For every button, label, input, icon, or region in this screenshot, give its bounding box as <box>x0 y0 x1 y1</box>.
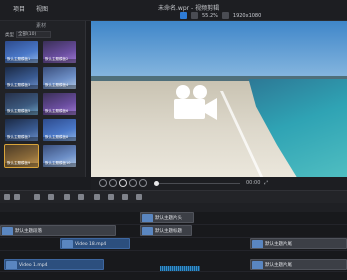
media-item[interactable]: 默认主题模板3 <box>5 67 38 89</box>
timeline-clip[interactable]: 默认主题片尾 <box>250 259 347 270</box>
timeline-toolbar <box>0 190 347 203</box>
timeline-clip[interactable]: Video 1.mp4 <box>4 259 104 270</box>
media-item[interactable]: 默认主题模板5 <box>5 93 38 115</box>
timeline-clip[interactable]: 默认主题片尾 <box>250 238 347 249</box>
prev-frame-icon[interactable] <box>109 179 117 187</box>
timeline-clip[interactable]: 默认主题片头 <box>140 212 194 223</box>
playback-controls: 00:00 ⤢ <box>91 177 347 190</box>
media-filter: 类型 全部(10) <box>5 31 51 38</box>
menu-item-project[interactable]: 项目 <box>11 4 25 13</box>
video-preview[interactable] <box>91 21 347 177</box>
step-forward-icon[interactable] <box>139 179 147 187</box>
media-item[interactable]: 默认主题模板1 <box>5 41 38 63</box>
track-row: Video 18.mp4 默认主题片尾 <box>0 238 347 251</box>
menu-item-view[interactable]: 视图 <box>34 4 48 13</box>
media-panel-title: 素材 <box>36 23 47 29</box>
menu-item-file[interactable] <box>0 4 2 13</box>
current-time: 00:00 <box>246 180 261 186</box>
media-item-label: 默认主题模板7 <box>7 135 31 139</box>
next-frame-icon[interactable] <box>129 179 137 187</box>
crop-tool-icon[interactable] <box>191 12 198 19</box>
view-tools: 55.2% 1920x1080 <box>180 12 261 19</box>
video-camera-icon <box>174 85 217 120</box>
top-bar: 项目 视图 未命名.wpr - 视频剪辑 55.2% 1920x1080 <box>0 0 347 21</box>
media-item-label: 默认主题模板10 <box>45 161 71 165</box>
screen-icon[interactable] <box>221 12 229 19</box>
play-button[interactable] <box>119 179 127 187</box>
resolution-label[interactable]: 1920x1080 <box>233 13 261 19</box>
undo-icon[interactable] <box>4 194 10 200</box>
timeline-clip[interactable]: 默认主题段落 <box>0 225 116 236</box>
media-item-label: 默认主题模板1 <box>7 57 31 61</box>
media-item-label: 默认主题模板2 <box>45 57 69 61</box>
settings-icon[interactable] <box>136 194 142 200</box>
window-title: 未命名.wpr - 视频剪辑 <box>158 5 220 12</box>
media-item-label: 默认主题模板6 <box>45 109 69 113</box>
media-item[interactable]: 默认主题模板4 <box>43 67 76 89</box>
progress-knob[interactable] <box>154 181 159 186</box>
edit-icon[interactable] <box>94 194 100 200</box>
media-item-label: 默认主题模板3 <box>7 83 31 87</box>
split-icon[interactable] <box>34 194 40 200</box>
media-item-label: 默认主题模板9 <box>7 161 31 165</box>
media-grid: 默认主题模板1 默认主题模板2 默认主题模板3 默认主题模板4 默认主题模板5 … <box>4 41 81 168</box>
media-panel: 素材 类型 全部(10) 默认主题模板1 默认主题模板2 默认主题模板3 默认主… <box>0 21 86 177</box>
favorite-icon[interactable] <box>108 194 114 200</box>
timeline-clip[interactable]: 默认主题标题 <box>140 225 192 236</box>
cut-icon[interactable] <box>64 194 70 200</box>
preview-sky <box>91 21 347 81</box>
menu-bar: 项目 视图 <box>0 4 48 13</box>
timeline-clip[interactable]: Video 18.mp4 <box>60 238 130 249</box>
marker-icon[interactable] <box>122 194 128 200</box>
media-item[interactable]: 默认主题模板6 <box>43 93 76 115</box>
media-item[interactable]: 默认主题模板2 <box>43 41 76 63</box>
redo-icon[interactable] <box>14 194 20 200</box>
timeline-ruler[interactable] <box>0 203 347 212</box>
track-row: 默认主题段落 默认主题标题 <box>0 225 347 238</box>
media-item-label: 默认主题模板5 <box>7 109 31 113</box>
step-back-icon[interactable] <box>99 179 107 187</box>
media-item-label: 默认主题模板4 <box>45 83 69 87</box>
fit-screen-icon[interactable]: ⤢ <box>264 180 268 186</box>
select-tool-icon[interactable] <box>180 12 187 19</box>
zoom-level[interactable]: 55.2% <box>202 13 218 19</box>
media-item-label: 默认主题模板8 <box>45 135 69 139</box>
media-item[interactable]: 默认主题模板10 <box>43 145 76 167</box>
timeline-tracks: 默认主题片头 默认主题段落 默认主题标题 Video 18.mp4 默认主题片尾… <box>0 212 347 280</box>
filter-select[interactable]: 全部(10) <box>16 31 51 38</box>
delete-icon[interactable] <box>48 194 54 200</box>
audio-waveform[interactable] <box>160 266 200 271</box>
media-item-selected[interactable]: 默认主题模板9 <box>4 144 39 168</box>
track-row: 默认主题片头 <box>0 212 347 225</box>
filter-label: 类型 <box>5 32 14 38</box>
video-editor-app: 项目 视图 未命名.wpr - 视频剪辑 55.2% 1920x1080 素材 … <box>0 0 347 280</box>
copy-icon[interactable] <box>78 194 84 200</box>
media-item[interactable]: 默认主题模板7 <box>5 119 38 141</box>
media-item[interactable]: 默认主题模板8 <box>43 119 76 141</box>
progress-track[interactable] <box>156 183 240 184</box>
